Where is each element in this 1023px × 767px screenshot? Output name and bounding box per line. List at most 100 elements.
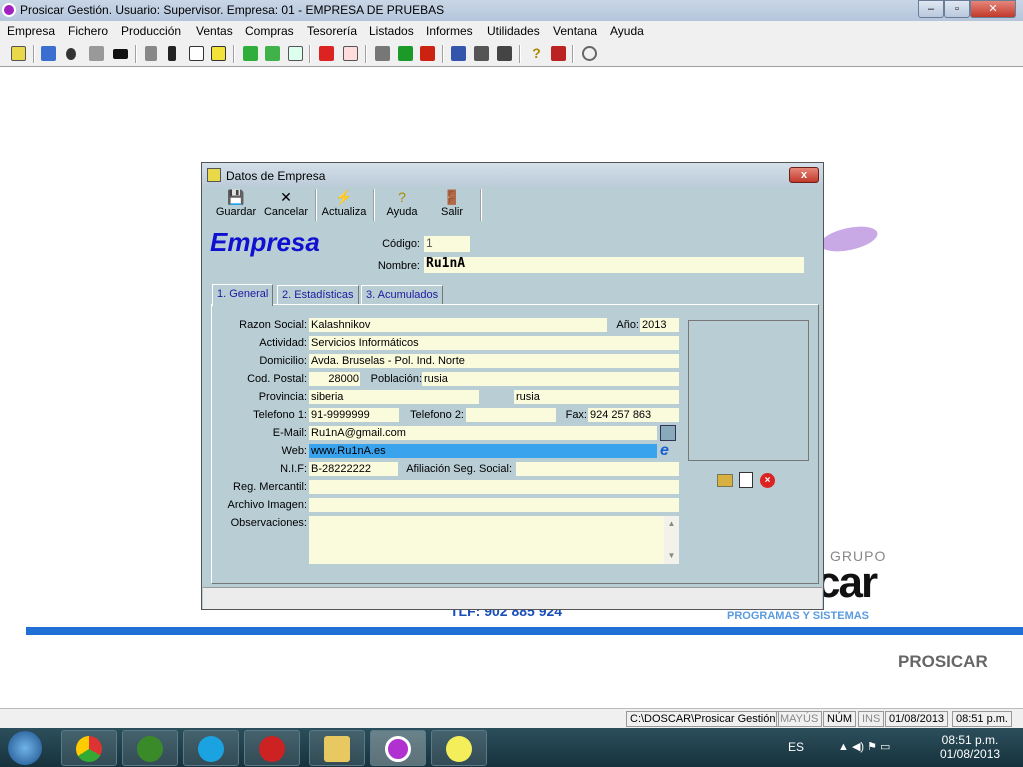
menu-utilidades[interactable]: Utilidades xyxy=(487,24,540,38)
taskbar-bulb[interactable] xyxy=(431,730,487,766)
dialog-title-bar: Datos de Empresa x xyxy=(202,163,823,187)
web-field[interactable]: www.Ru1nA.es xyxy=(309,444,657,458)
observaciones-label: Observaciones: xyxy=(230,517,307,529)
send-email-icon[interactable] xyxy=(660,425,676,441)
books-icon[interactable] xyxy=(41,46,56,61)
green-notes-icon[interactable] xyxy=(265,46,280,61)
taskbar-app-globe[interactable] xyxy=(122,730,178,766)
close-button[interactable]: ✕ xyxy=(970,0,1016,18)
money-out-icon[interactable] xyxy=(420,46,435,61)
observaciones-textarea[interactable] xyxy=(309,516,679,564)
menu-informes[interactable]: Informes xyxy=(426,24,473,38)
menu-ayuda[interactable]: Ayuda xyxy=(610,24,644,38)
tab-estadisticas[interactable]: 2. Estadísticas xyxy=(277,285,359,305)
status-path: C:\DOSCAR\Prosicar Gestión xyxy=(626,711,780,727)
afiliacion-field[interactable] xyxy=(516,462,679,476)
refresh-icon[interactable] xyxy=(582,46,597,61)
language-indicator[interactable]: ES xyxy=(788,740,804,754)
observaciones-scrollbar[interactable]: ▲ ▼ xyxy=(664,516,679,564)
cash-register-icon[interactable] xyxy=(375,46,390,61)
menu-ventas[interactable]: Ventas xyxy=(196,24,233,38)
taskbar-chrome[interactable] xyxy=(61,730,117,766)
menu-listados[interactable]: Listados xyxy=(369,24,414,38)
nif-field[interactable]: B-28222222 xyxy=(309,462,398,476)
handshake-icon[interactable] xyxy=(89,46,104,61)
menu-fichero[interactable]: Fichero xyxy=(68,24,108,38)
open-folder-icon[interactable] xyxy=(717,474,733,487)
nombre-field[interactable]: Ru1nA xyxy=(424,257,804,273)
sheet-icon[interactable] xyxy=(288,46,303,61)
taskbar-pokerstars[interactable] xyxy=(244,730,300,766)
minimize-button[interactable]: – xyxy=(918,0,944,18)
internet-explorer-icon[interactable]: e xyxy=(660,443,676,459)
provincia-field[interactable]: siberia xyxy=(309,390,479,404)
printer-icon[interactable] xyxy=(497,46,512,61)
red-sheet-icon[interactable] xyxy=(343,46,358,61)
help-icon[interactable]: ? xyxy=(529,46,544,61)
taskbar-explorer[interactable] xyxy=(309,730,365,766)
app-title: Prosicar Gestión. Usuario: Supervisor. E… xyxy=(20,3,445,17)
empresa-icon[interactable] xyxy=(11,46,26,61)
actualiza-button[interactable]: ⚡ Actualiza xyxy=(320,189,368,225)
delete-image-icon[interactable]: × xyxy=(760,473,775,488)
cancelar-button[interactable]: ✕ Cancelar xyxy=(263,189,309,225)
person-icon[interactable] xyxy=(66,48,76,60)
clock[interactable]: 08:51 p.m. 01/08/2013 xyxy=(940,733,1000,761)
telefono1-field[interactable]: 91-9999999 xyxy=(309,408,399,422)
main-toolbar: ? xyxy=(0,42,1023,67)
empresa-icon xyxy=(207,168,221,182)
anio-field[interactable]: 2013 xyxy=(640,318,679,332)
domicilio-field[interactable]: Avda. Bruselas - Pol. Ind. Norte xyxy=(309,354,679,368)
preview-icon[interactable] xyxy=(739,472,753,488)
email-field[interactable]: Ru1nA@gmail.com xyxy=(309,426,657,440)
taskbar-prosicar[interactable] xyxy=(370,730,426,766)
menu-empresa[interactable]: Empresa xyxy=(7,24,55,38)
cod-postal-field[interactable]: 28000 xyxy=(309,372,360,386)
start-button[interactable] xyxy=(8,731,42,765)
menu-compras[interactable]: Compras xyxy=(245,24,294,38)
razon-social-field[interactable]: Kalashnikov xyxy=(309,318,607,332)
menu-tesoreria[interactable]: Tesorería xyxy=(307,24,357,38)
guardar-button[interactable]: 💾 Guardar xyxy=(215,189,257,225)
tab-acumulados[interactable]: 3. Acumulados xyxy=(361,285,444,305)
app-status-bar: C:\DOSCAR\Prosicar Gestión MAYÚS NÚM INS… xyxy=(0,708,1023,728)
afiliacion-label: Afiliación Seg. Social: xyxy=(406,463,512,475)
menu-produccion[interactable]: Producción xyxy=(121,24,181,38)
red-book-icon[interactable] xyxy=(319,46,334,61)
telefono1-label: Telefono 1: xyxy=(253,409,307,421)
reg-mercantil-field[interactable] xyxy=(309,480,679,494)
nif-label: N.I.F: xyxy=(280,463,307,475)
worker-icon[interactable] xyxy=(168,46,176,61)
telefono2-label: Telefono 2: xyxy=(410,409,464,421)
taskbar-skype[interactable] xyxy=(183,730,239,766)
maximize-button[interactable]: ▫ xyxy=(944,0,970,18)
status-ins: INS xyxy=(858,711,885,727)
reg-mercantil-label: Reg. Mercantil: xyxy=(233,481,307,493)
briefcase-icon[interactable] xyxy=(113,49,128,59)
archivo-imagen-field[interactable] xyxy=(309,498,679,512)
actividad-field[interactable]: Servicios Informáticos xyxy=(309,336,679,350)
note-icon[interactable] xyxy=(211,46,226,61)
fax-field[interactable]: 924 257 863 xyxy=(588,408,679,422)
image-preview xyxy=(688,320,809,461)
poblacion-field[interactable]: rusia xyxy=(422,372,679,386)
status-time: 08:51 p.m. xyxy=(952,711,1012,727)
tab-general[interactable]: 1. General xyxy=(212,284,274,306)
tools-icon[interactable] xyxy=(145,46,157,61)
tray-icons[interactable]: ▲ ◀) ⚑ ▭ xyxy=(838,740,890,753)
pais-field[interactable]: rusia xyxy=(514,390,679,404)
dialog-close-button[interactable]: x xyxy=(789,167,819,183)
codigo-field[interactable]: 1 xyxy=(424,236,470,252)
salir-button[interactable]: 🚪 Salir xyxy=(437,189,467,225)
document-icon[interactable] xyxy=(189,46,204,61)
phone-icon[interactable] xyxy=(474,46,489,61)
money-in-icon[interactable] xyxy=(398,46,413,61)
dialog-status-bar xyxy=(203,587,822,609)
exit-icon[interactable] xyxy=(551,46,566,61)
codigo-label: Código: xyxy=(382,238,420,250)
menu-ventana[interactable]: Ventana xyxy=(553,24,597,38)
ayuda-button[interactable]: ? Ayuda xyxy=(384,189,420,225)
telefono2-field[interactable] xyxy=(466,408,556,422)
green-book-icon[interactable] xyxy=(243,46,258,61)
utilities-icon[interactable] xyxy=(451,46,466,61)
